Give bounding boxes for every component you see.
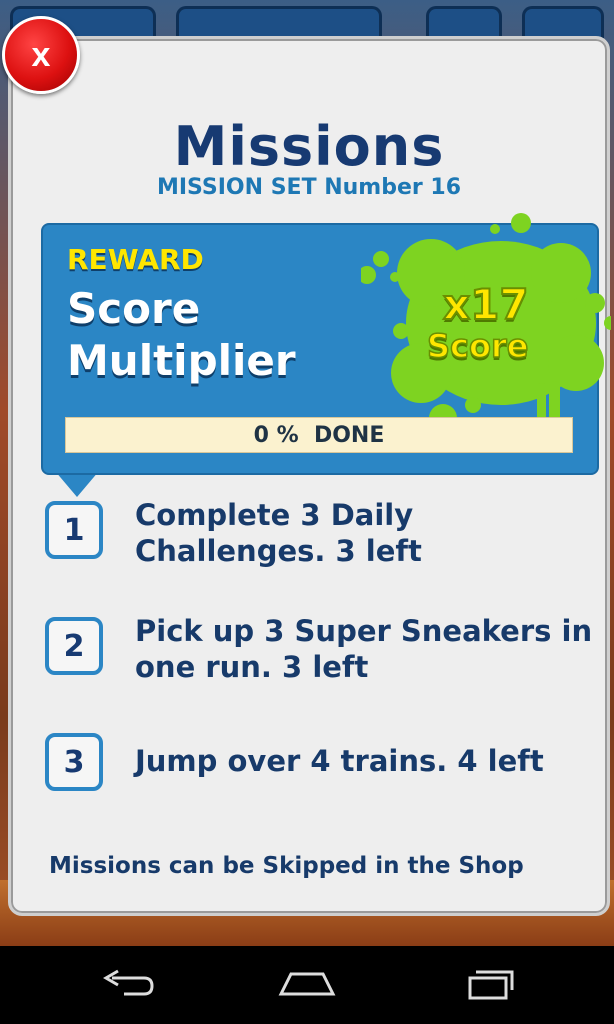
missions-dialog: Missions MISSION SET Number 16 REWARD Sc… bbox=[8, 36, 611, 916]
mission-number-badge: 3 bbox=[45, 733, 103, 791]
android-nav-bar bbox=[0, 946, 614, 1024]
home-icon[interactable] bbox=[277, 968, 337, 1002]
reward-banner: REWARD Score Multiplier x17 Score 0 % DO… bbox=[41, 213, 611, 475]
mission-number-badge: 2 bbox=[45, 617, 103, 675]
reward-name: Score Multiplier bbox=[67, 284, 296, 385]
mission-text: Complete 3 Daily Challenges. 3 left bbox=[135, 498, 422, 568]
mission-set-subtitle: MISSION SET Number 16 bbox=[156, 175, 462, 200]
recent-apps-icon[interactable] bbox=[458, 968, 518, 1002]
back-icon[interactable] bbox=[98, 968, 158, 1002]
progress-text: 0 % DONE bbox=[253, 422, 385, 448]
reward-label: REWARD bbox=[67, 243, 204, 276]
mission-text: Pick up 3 Super Sneakers in one run. 3 l… bbox=[135, 614, 593, 684]
dialog-title: Missions bbox=[173, 115, 445, 178]
skip-hint-text: Missions can be Skipped in the Shop bbox=[49, 853, 524, 879]
progress-bar: 0 % DONE bbox=[65, 417, 573, 453]
multiplier-value: x17 bbox=[442, 279, 530, 330]
mission-number-badge: 1 bbox=[45, 501, 103, 559]
multiplier-label: Score bbox=[426, 326, 529, 366]
close-button[interactable]: x bbox=[2, 16, 80, 94]
mission-text: Jump over 4 trains. 4 left bbox=[135, 744, 544, 778]
